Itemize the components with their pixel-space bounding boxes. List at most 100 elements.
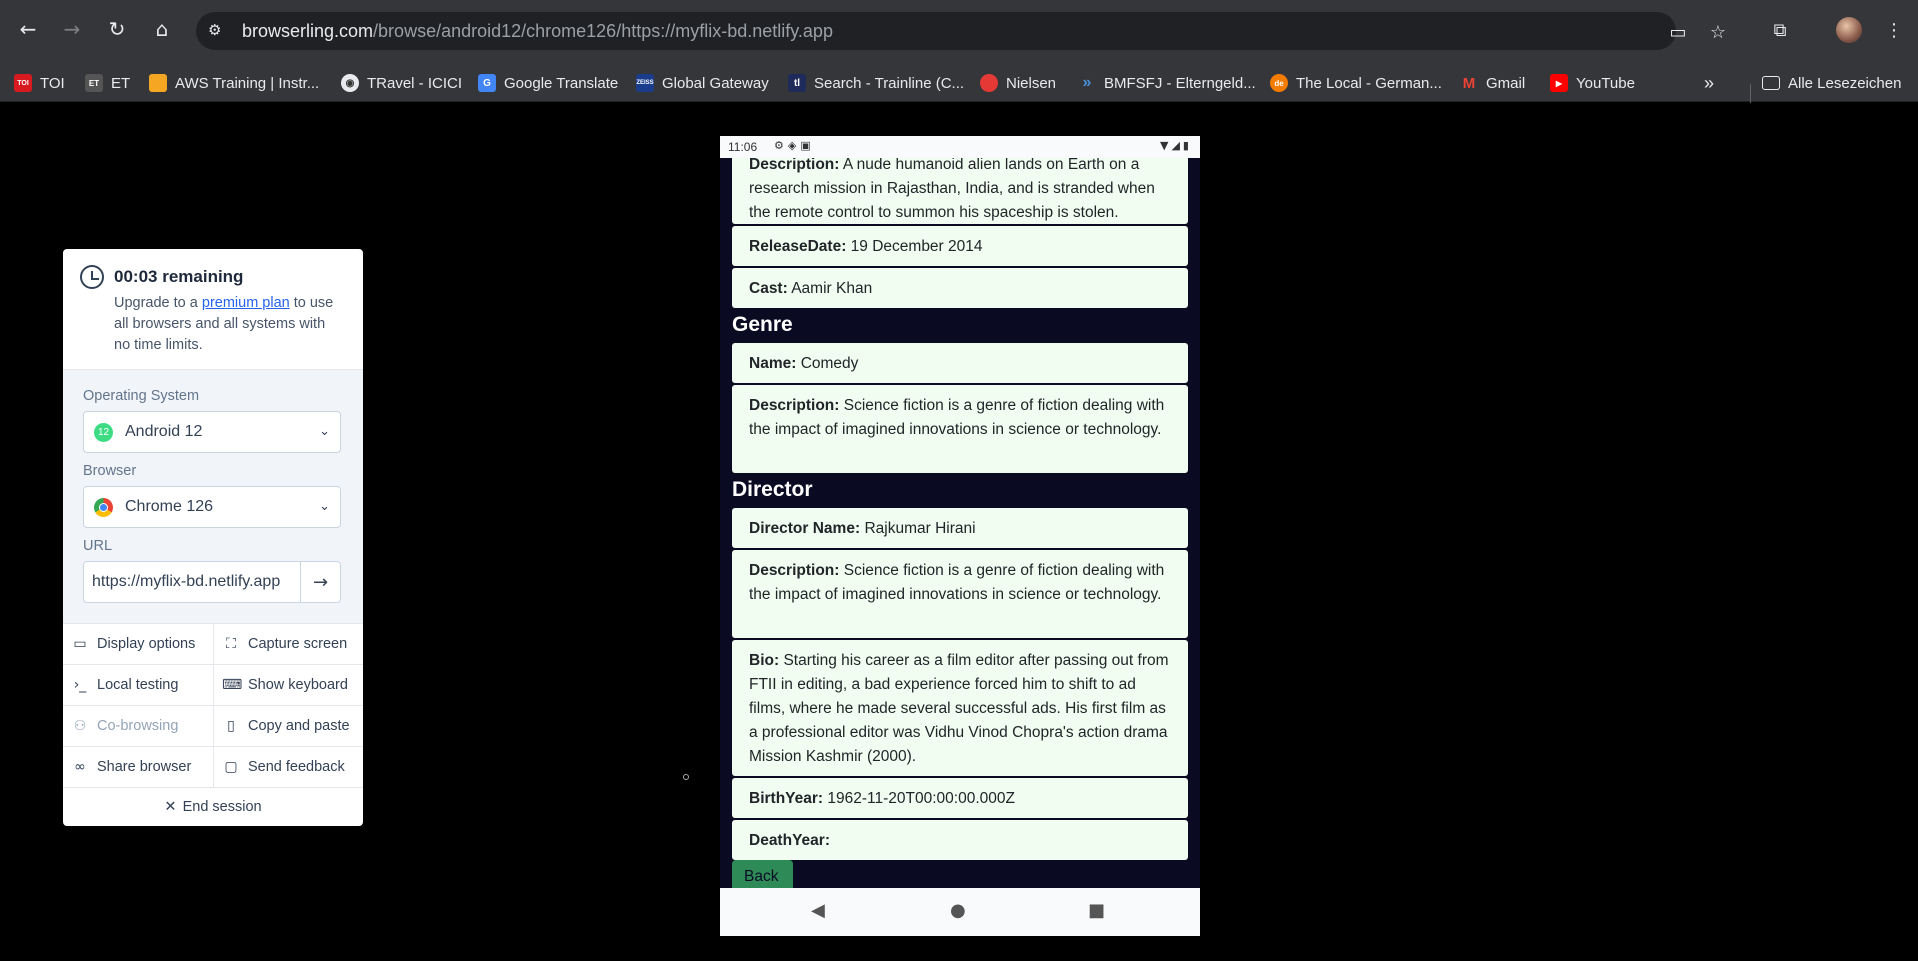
copy-paste-button[interactable]: ▯ Copy and paste (213, 706, 363, 747)
field-value: 19 December 2014 (850, 238, 983, 255)
trainline-icon: tl (788, 74, 806, 92)
bookmark-bmfsfj[interactable]: » BMFSFJ - Elterngeld... (1078, 72, 1256, 94)
clipboard-icon[interactable]: ▭ (1665, 19, 1691, 45)
bookmark-global-gateway[interactable]: ZEISS Global Gateway (636, 72, 769, 94)
star-icon[interactable]: ☆ (1705, 19, 1731, 45)
bookmark-toi[interactable]: TOI TOI (14, 72, 65, 94)
field-label: Bio: (749, 652, 780, 669)
chrome-icon (94, 498, 113, 517)
local-testing-button[interactable]: ›_ Local testing (63, 665, 213, 706)
director-description-card: Description: Science fiction is a genre … (732, 550, 1188, 638)
field-value: Rajkumar Hirani (864, 520, 976, 537)
nav-home-icon[interactable]: ● (950, 900, 966, 921)
folder-icon (1762, 76, 1780, 90)
bookmark-trainline[interactable]: tl Search - Trainline (C... (788, 72, 964, 94)
the-local-icon: de (1270, 74, 1288, 92)
end-session-button[interactable]: ✕ End session (63, 788, 363, 826)
cast-card: Cast: Aamir Khan (732, 268, 1188, 308)
upgrade-prefix: Upgrade to a (114, 295, 202, 311)
bookmark-label: Search - Trainline (C... (814, 74, 965, 92)
director-heading: Director (732, 478, 813, 501)
capture-icon: ⛶ (226, 636, 236, 652)
forward-arrow-icon[interactable]: → (57, 14, 87, 44)
time-remaining-section: 00:03 remaining Upgrade to a premium pla… (63, 249, 363, 370)
bookmark-nielsen[interactable]: Nielsen (980, 72, 1056, 94)
et-icon: ET (85, 74, 103, 92)
back-button[interactable]: Back (732, 860, 793, 888)
toi-icon: TOI (14, 74, 32, 92)
nav-recents-icon[interactable]: ■ (1088, 900, 1105, 921)
bookmark-label: ET (111, 74, 131, 92)
app-content: Description: A nude humanoid alien lands… (720, 158, 1200, 888)
extensions-icon[interactable]: ⧉ (1766, 16, 1794, 44)
bookmark-aws[interactable]: AWS Training | Instr... (149, 72, 319, 94)
button-label: Show keyboard (248, 677, 348, 693)
bookmark-label: AWS Training | Instr... (175, 74, 320, 92)
all-bookmarks[interactable]: Alle Lesezeichen (1762, 72, 1901, 94)
field-label: DeathYear: (749, 832, 830, 849)
profile-avatar[interactable] (1836, 17, 1862, 43)
link-icon: ∞ (74, 759, 86, 775)
site-info-icon[interactable]: ⚙ (208, 21, 228, 41)
back-arrow-icon[interactable]: ← (13, 14, 43, 44)
time-remaining: 00:03 remaining (114, 267, 244, 286)
button-label: Display options (97, 636, 196, 652)
android-nav-bar: ◀ ● ■ (720, 888, 1200, 936)
browser-value: Chrome 126 (125, 498, 214, 515)
session-panel: 00:03 remaining Upgrade to a premium pla… (63, 249, 363, 826)
home-icon[interactable]: ⌂ (147, 14, 177, 44)
bookmark-google-translate[interactable]: G Google Translate (478, 72, 618, 94)
share-browser-button[interactable]: ∞ Share browser (63, 747, 213, 788)
message-icon: ▢ (224, 759, 238, 775)
field-value: Comedy (800, 355, 859, 372)
field-label: Description: (749, 397, 840, 414)
capture-screen-button[interactable]: ⛶ Capture screen (213, 624, 363, 665)
nav-back-icon[interactable]: ◀ (811, 900, 825, 921)
aws-icon (149, 74, 167, 92)
translate-icon: G (478, 74, 496, 92)
bookmark-et[interactable]: ET ET (85, 72, 130, 94)
field-label: BirthYear: (749, 790, 824, 807)
url-text[interactable]: browserling.com/browse/android12/chrome1… (242, 21, 833, 42)
bookmark-the-local[interactable]: de The Local - German... (1270, 72, 1442, 94)
terminal-icon: ›_ (73, 677, 87, 693)
genre-description-card: Description: Science fiction is a genre … (732, 385, 1188, 473)
more-bookmarks-icon[interactable]: » (1704, 72, 1714, 94)
url-input[interactable]: https://myflix-bd.netlify.app (83, 561, 301, 603)
bookmark-gmail[interactable]: M Gmail (1460, 72, 1525, 94)
button-label: Share browser (97, 759, 192, 775)
signal-battery-icon: ▼◢▮ (1160, 139, 1192, 152)
youtube-icon: ▶ (1550, 74, 1568, 92)
android-device-screen[interactable]: 11:06 ⚙◈▣ ▼◢▮ Description: A nude humano… (720, 136, 1200, 936)
os-select[interactable]: 12 Android 12 ⌄ (83, 411, 341, 453)
menu-kebab-icon[interactable]: ⋮ (1880, 16, 1908, 44)
monitor-icon: ▭ (73, 636, 87, 652)
premium-plan-link[interactable]: premium plan (202, 295, 290, 311)
co-browsing-button[interactable]: ⚇ Co-browsing (63, 706, 213, 747)
browser-select[interactable]: Chrome 126 ⌄ (83, 486, 341, 528)
clock-icon (80, 265, 104, 289)
cursor-dot (683, 774, 689, 780)
bookmark-label: Global Gateway (662, 74, 769, 92)
button-label: Capture screen (248, 636, 348, 652)
field-label: Description: (749, 562, 840, 579)
field-label: Description: (749, 158, 840, 173)
address-bar[interactable]: ⚙ browserling.com/browse/android12/chrom… (196, 12, 1726, 50)
bookmark-travel[interactable]: ◉ TRavel - ICICI (341, 72, 462, 94)
field-value: 1962-11-20T00:00:00.000Z (827, 790, 1015, 807)
reload-icon[interactable]: ↻ (102, 14, 132, 44)
button-label: End session (182, 799, 262, 815)
field-label: Name: (749, 355, 797, 372)
bookmark-youtube[interactable]: ▶ YouTube (1550, 72, 1635, 94)
movie-description-card: Description: A nude humanoid alien lands… (732, 158, 1188, 224)
button-label: Copy and paste (248, 718, 350, 734)
send-feedback-button[interactable]: ▢ Send feedback (213, 747, 363, 788)
bookmark-label: Nielsen (1006, 74, 1057, 92)
url-path: /browse/android12/chrome126/https://myfl… (373, 21, 833, 41)
os-label: Operating System (83, 388, 200, 404)
status-time: 11:06 (728, 140, 758, 154)
show-keyboard-button[interactable]: ⌨ Show keyboard (213, 665, 363, 706)
display-options-button[interactable]: ▭ Display options (63, 624, 213, 665)
browser-label: Browser (83, 463, 137, 479)
go-arrow-icon[interactable]: → (301, 561, 341, 603)
